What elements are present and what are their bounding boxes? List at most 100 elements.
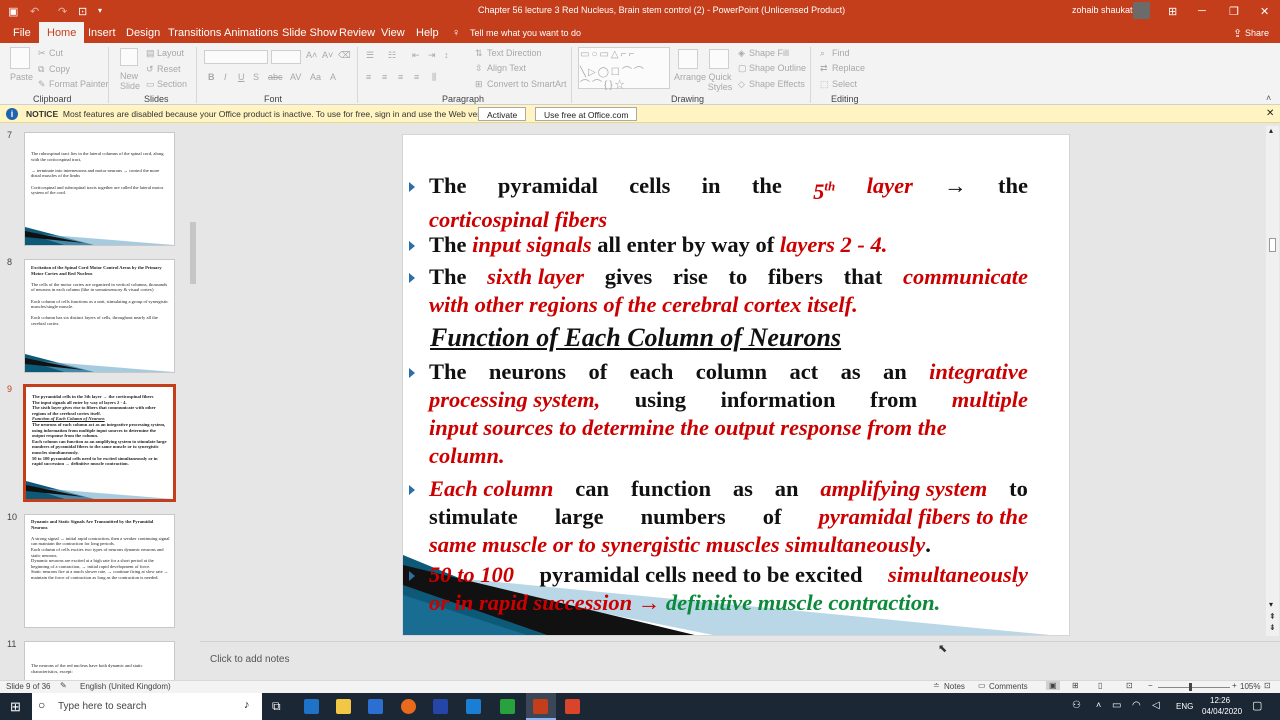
slide-thumbnail-11[interactable]: The neurons of the red nucleus have both… xyxy=(24,641,175,680)
bold-icon[interactable]: B xyxy=(208,72,215,82)
start-from-beginning-icon[interactable]: ⊡ xyxy=(78,5,87,18)
microphone-icon[interactable]: ♪ xyxy=(244,699,250,711)
next-slide-icon[interactable]: ⇟ xyxy=(1269,623,1276,632)
restore-icon[interactable]: ❐ xyxy=(1229,5,1239,18)
tab-home[interactable]: Home xyxy=(39,22,85,43)
notes-button[interactable]: Notes xyxy=(944,682,965,691)
store-icon[interactable] xyxy=(368,699,383,714)
slide-thumbnail-7[interactable]: The rubrospinal tract lies in the latera… xyxy=(24,132,175,246)
volume-icon[interactable]: ◁ xyxy=(1152,700,1160,711)
layout-icon[interactable]: ▤ xyxy=(146,48,155,59)
increase-font-icon[interactable]: A˄ xyxy=(306,50,317,60)
smartart-icon[interactable]: ⊞ xyxy=(475,79,483,90)
notifications-icon[interactable]: ▢ xyxy=(1252,699,1262,712)
b-app-icon[interactable] xyxy=(433,699,448,714)
align-left-icon[interactable]: ≡ xyxy=(366,72,371,82)
layout-button[interactable]: Layout xyxy=(157,48,184,58)
paste-icon[interactable] xyxy=(10,47,30,69)
shapes-icon[interactable]: ⌒⌒{}☆ xyxy=(580,76,627,91)
customize-qat-icon[interactable]: ▾ xyxy=(98,6,102,15)
battery-icon[interactable]: ▭ xyxy=(1112,700,1121,711)
align-right-icon[interactable]: ≡ xyxy=(398,72,403,82)
decrease-font-icon[interactable]: A˅ xyxy=(322,50,333,60)
copy-icon[interactable]: ⧉ xyxy=(38,64,44,75)
firefox-icon[interactable] xyxy=(401,699,416,714)
decrease-indent-icon[interactable]: ⇤ xyxy=(412,50,420,61)
tab-help[interactable]: Help xyxy=(416,27,439,39)
share-icon[interactable]: ⇪ xyxy=(1233,27,1242,40)
font-size-select[interactable] xyxy=(271,50,301,64)
previous-slide-icon[interactable]: ⇞ xyxy=(1269,612,1276,621)
align-text-button[interactable]: Align Text xyxy=(487,63,526,73)
redo-icon[interactable]: ↷ xyxy=(58,5,67,18)
format-painter-button[interactable]: Format Painter xyxy=(49,79,109,89)
underline-icon[interactable]: U xyxy=(238,72,245,82)
select-icon[interactable]: ⬚ xyxy=(820,79,829,90)
columns-icon[interactable]: ⫼ xyxy=(432,72,436,83)
tab-view[interactable]: View xyxy=(381,27,405,39)
paste-button[interactable]: Paste xyxy=(10,72,33,82)
thumbnails-scrollbar[interactable] xyxy=(189,126,198,678)
change-case-icon[interactable]: Aa xyxy=(310,72,321,82)
shape-effects-button[interactable]: Shape Effects xyxy=(749,79,805,89)
char-spacing-icon[interactable]: AV xyxy=(290,72,301,82)
numbering-icon[interactable]: ☷ xyxy=(388,50,396,61)
bullets-icon[interactable]: ☰ xyxy=(366,50,374,61)
ribbon-display-icon[interactable]: ⊞ xyxy=(1168,5,1177,18)
font-name-select[interactable] xyxy=(204,50,268,64)
notes-icon[interactable]: ≐ xyxy=(933,681,940,690)
replace-icon[interactable]: ⇄ xyxy=(820,63,828,74)
slide-canvas[interactable]: The pyramidal cells in the 5th layer → t… xyxy=(402,134,1070,636)
slide-scrollbar[interactable]: ▴ ▾ ⇞ ⇟ xyxy=(1266,126,1279,636)
strikethrough-icon[interactable]: abc xyxy=(268,72,283,82)
tray-chevron-icon[interactable]: ˄ xyxy=(1096,700,1101,710)
quick-styles-button[interactable]: Quick Styles xyxy=(707,72,733,92)
fit-to-window-icon[interactable]: ⊡ xyxy=(1264,681,1271,690)
tab-review[interactable]: Review xyxy=(339,27,375,39)
use-free-button[interactable]: Use free at Office.com xyxy=(535,107,638,121)
reset-icon[interactable]: ↺ xyxy=(146,64,154,75)
taskbar-powerpoint-active[interactable] xyxy=(526,693,556,720)
select-button[interactable]: Select xyxy=(832,79,857,89)
shape-outline-button[interactable]: Shape Outline xyxy=(749,63,806,73)
arrange-icon[interactable] xyxy=(678,49,698,69)
normal-view-icon[interactable]: ▣ xyxy=(1046,681,1060,690)
activate-button[interactable]: Activate xyxy=(478,107,527,121)
input-language[interactable]: ENG xyxy=(1176,702,1193,711)
windows-start-icon[interactable]: ⊞ xyxy=(10,699,21,715)
comments-icon[interactable]: ▭ xyxy=(978,681,986,690)
user-name[interactable]: zohaib shaukat xyxy=(1072,5,1133,15)
close-notice-icon[interactable]: ✕ xyxy=(1266,108,1274,119)
tell-me-box[interactable]: Tell me what you want to do xyxy=(470,28,581,38)
tab-animations[interactable]: Animations xyxy=(224,27,278,39)
text-direction-button[interactable]: Text Direction xyxy=(487,48,542,58)
zoom-out-icon[interactable]: − xyxy=(1148,681,1153,690)
align-center-icon[interactable]: ≡ xyxy=(382,72,387,82)
shapes-icon[interactable]: ▭○▭△⌐⌐ xyxy=(580,49,636,60)
zoom-in-icon[interactable]: + xyxy=(1232,681,1237,690)
convert-smartart-button[interactable]: Convert to SmartArt xyxy=(487,79,567,89)
line-spacing-icon[interactable]: ↕ xyxy=(444,50,449,60)
taskbar-search-box[interactable]: ○ Type here to search ♪ xyxy=(32,693,262,720)
tab-slide-show[interactable]: Slide Show xyxy=(282,27,337,39)
quick-styles-icon[interactable] xyxy=(709,49,729,69)
text-direction-icon[interactable]: ⇅ xyxy=(475,48,483,59)
edge-icon[interactable] xyxy=(304,699,319,714)
align-text-icon[interactable]: ⇳ xyxy=(475,63,483,74)
replace-button[interactable]: Replace xyxy=(832,63,865,73)
tab-transitions[interactable]: Transitions xyxy=(168,27,221,39)
section-button[interactable]: Section xyxy=(157,79,187,89)
section-icon[interactable]: ▭ xyxy=(146,79,155,90)
slide-thumbnail-8[interactable]: Excitation of the Spinal Cord Motor Cont… xyxy=(24,259,175,373)
reset-button[interactable]: Reset xyxy=(157,64,181,74)
scroll-up-icon[interactable]: ▴ xyxy=(1269,126,1273,135)
shape-fill-button[interactable]: Shape Fill xyxy=(749,48,789,58)
slide-thumbnails-pane[interactable]: 7 The rubrospinal tract lies in the late… xyxy=(0,123,200,680)
collapse-ribbon-icon[interactable]: ˄ xyxy=(1266,93,1271,103)
notes-placeholder[interactable]: Click to add notes xyxy=(210,654,290,665)
comments-button[interactable]: Comments xyxy=(989,682,1028,691)
task-view-icon[interactable]: ⧉ xyxy=(272,699,281,714)
shape-effects-icon[interactable]: ◇ xyxy=(738,79,745,90)
file-explorer-icon[interactable] xyxy=(336,699,351,714)
shadow-icon[interactable]: S xyxy=(253,72,259,82)
